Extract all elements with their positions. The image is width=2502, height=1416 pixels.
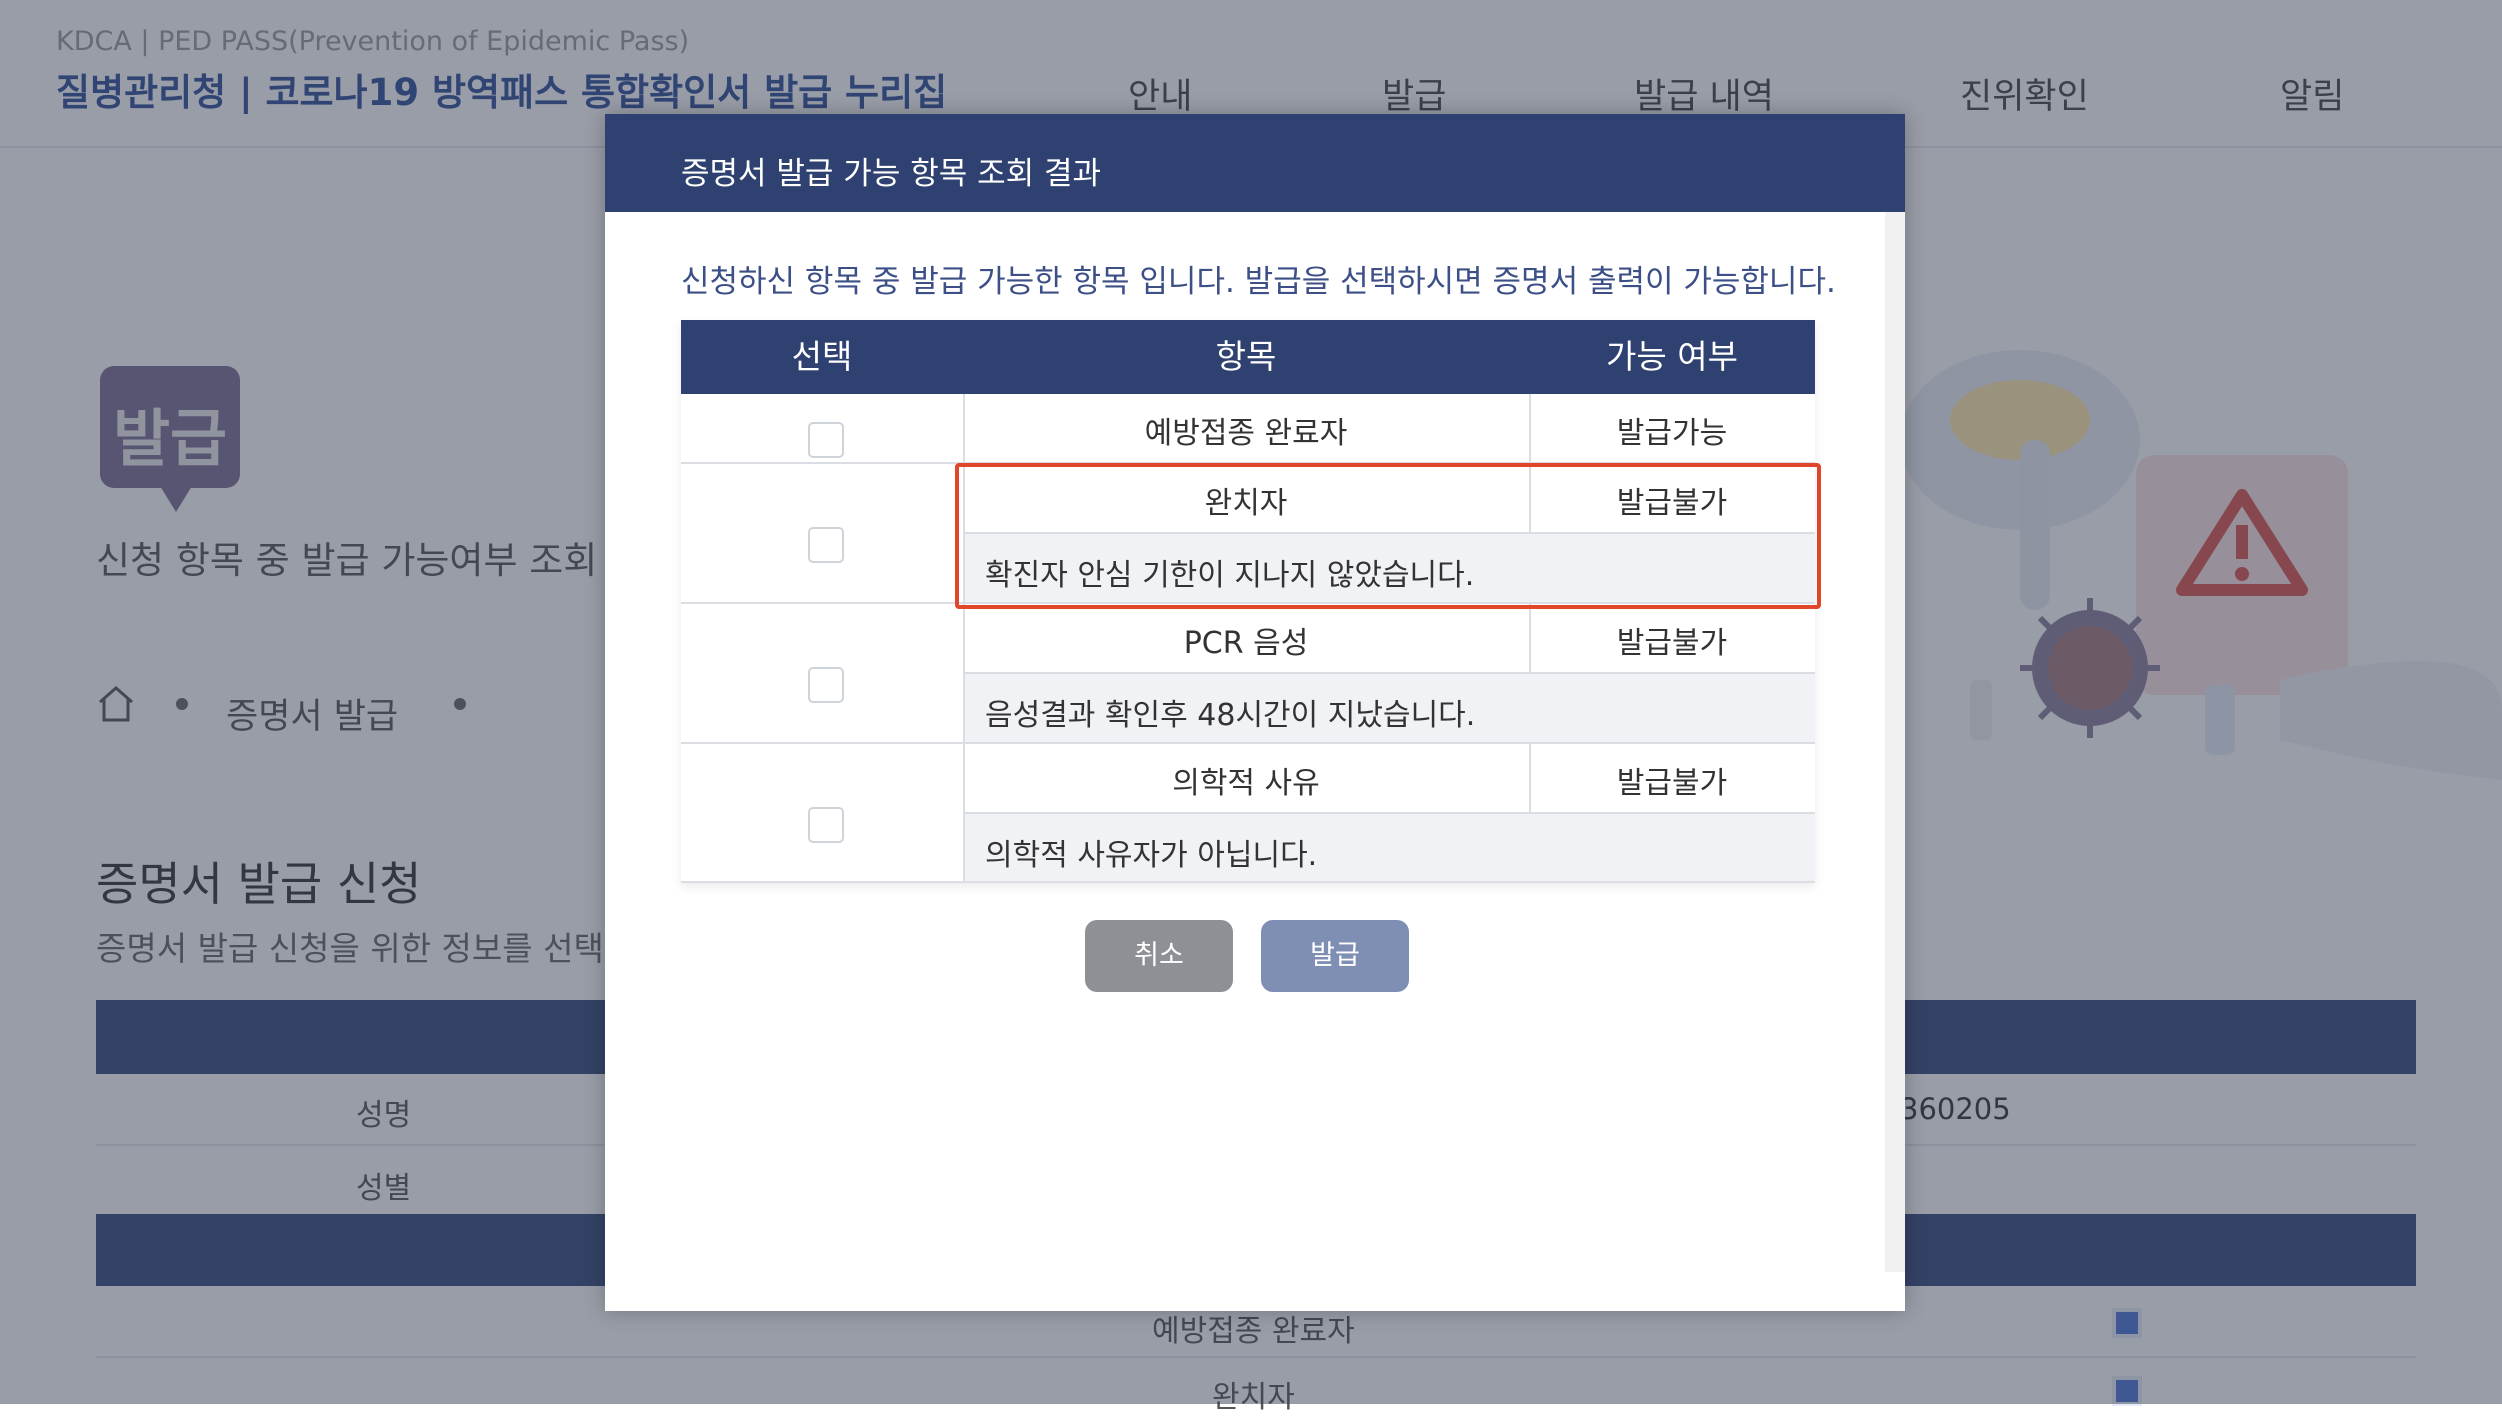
issue-button[interactable]: 발급: [1261, 920, 1409, 992]
item-name: 예방접종 완료자: [1144, 416, 1348, 451]
divider: [681, 742, 1815, 744]
table-header: 선택 항목 가능 여부: [681, 320, 1815, 394]
column-header-status: 가능 여부: [1606, 337, 1738, 376]
highlight-annotation: [955, 463, 1821, 609]
modal-title: 증명서 발급 가능 항목 조회 결과: [681, 156, 1102, 192]
row-checkbox-pcr[interactable]: [808, 667, 844, 703]
modal-description: 신청하신 항목 중 발급 가능한 항목 입니다. 발급을 선택하시면 증명서 출…: [681, 264, 1836, 300]
row-checkbox-recovered[interactable]: [808, 527, 844, 563]
row-checkbox-vaccinated[interactable]: [808, 422, 844, 458]
reason-text: 의학적 사유자가 아닙니다.: [985, 838, 1318, 873]
modal-scrollbar[interactable]: [1885, 212, 1905, 1272]
eligibility-result-modal: 증명서 발급 가능 항목 조회 결과 신청하신 항목 중 발급 가능한 항목 입…: [605, 114, 1905, 1311]
modal-header: 증명서 발급 가능 항목 조회 결과: [605, 114, 1905, 212]
column-header-select: 선택: [791, 337, 853, 376]
item-name: 의학적 사유: [1172, 766, 1320, 801]
column-header-item: 항목: [1215, 337, 1277, 376]
column-divider: [1529, 394, 1531, 462]
divider: [681, 881, 1815, 883]
status-text: 발급불가: [1616, 626, 1728, 661]
reason-text: 음성결과 확인후 48시간이 지났습니다.: [985, 698, 1476, 733]
cancel-button[interactable]: 취소: [1085, 920, 1233, 992]
column-divider: [1529, 604, 1531, 672]
item-name: PCR 음성: [1183, 626, 1309, 661]
column-divider: [1529, 744, 1531, 812]
status-text: 발급불가: [1616, 766, 1728, 801]
status-text: 발급가능: [1616, 416, 1728, 451]
row-checkbox-medical[interactable]: [808, 807, 844, 843]
